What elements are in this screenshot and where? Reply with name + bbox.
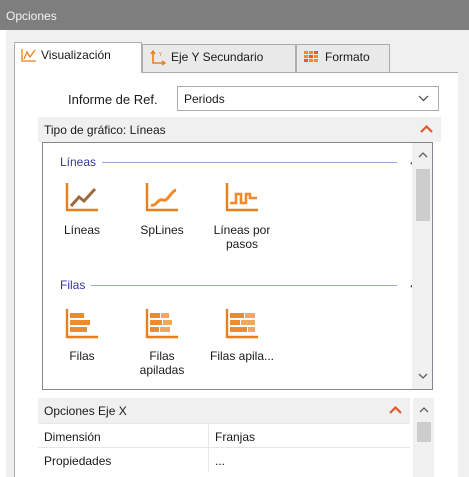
- chart-option-filas-apiladas-100[interactable]: Filas apila...: [207, 307, 277, 363]
- chevron-down-icon: [418, 95, 429, 102]
- tab-formato[interactable]: Formato: [296, 44, 390, 72]
- property-row[interactable]: Dimensión Franjas: [38, 423, 410, 448]
- tab-label: Visualización: [41, 48, 111, 62]
- group-title: Filas: [60, 278, 86, 292]
- scroll-thumb[interactable]: [416, 169, 430, 221]
- chart-option-label: Líneas por pasos: [213, 223, 271, 251]
- scroll-down-icon[interactable]: [418, 373, 428, 379]
- lines-chart-icon: [65, 183, 98, 212]
- collapse-caret-icon[interactable]: [420, 125, 433, 133]
- chart-option-label: Filas apiladas: [139, 349, 185, 377]
- properties-scrollbar[interactable]: [413, 398, 434, 477]
- scroll-up-icon[interactable]: [419, 407, 429, 413]
- chart-type-header[interactable]: Tipo de gráfico: Líneas: [38, 117, 441, 142]
- scroll-thumb[interactable]: [417, 422, 431, 442]
- chart-option-splines[interactable]: SpLines: [127, 181, 197, 237]
- chart-option-label: Filas: [69, 349, 95, 363]
- tab-label: Formato: [325, 50, 370, 64]
- reference-select[interactable]: Periods: [177, 86, 439, 111]
- tab-visualizacion[interactable]: Visualización: [14, 42, 142, 73]
- group-header-lineas: Líneas: [60, 155, 419, 169]
- property-value: ...: [215, 454, 226, 468]
- group-header-filas: Filas: [60, 278, 419, 292]
- property-key: Dimensión: [44, 430, 101, 444]
- column-divider: [208, 448, 209, 472]
- format-grid-icon: [304, 51, 318, 62]
- secondary-axis-icon: Y: [150, 50, 167, 66]
- chart-option-label: Líneas: [63, 223, 101, 237]
- property-row[interactable]: Propiedades ...: [38, 447, 410, 472]
- rows-chart-icon: [65, 309, 98, 339]
- stacked-rows-chart-icon: [145, 309, 178, 339]
- step-lines-chart-icon: [225, 183, 258, 212]
- property-value: Franjas: [215, 430, 256, 444]
- chart-option-lineas[interactable]: Líneas: [47, 181, 117, 237]
- scroll-up-icon[interactable]: [418, 152, 428, 158]
- tab-label: Eje Y Secundario: [171, 50, 264, 64]
- group-title: Líneas: [60, 155, 97, 169]
- splines-chart-icon: [145, 183, 178, 212]
- property-key: Propiedades: [44, 454, 112, 468]
- chart-option-filas[interactable]: Filas: [47, 307, 117, 363]
- svg-text:Y: Y: [158, 52, 163, 58]
- chart-option-label: Filas apila...: [209, 349, 275, 363]
- chart-type-gallery: Líneas Líneas SpLines Líneas por pasos F…: [42, 142, 433, 390]
- window-title: Opciones: [0, 0, 469, 30]
- reference-row: Informe de Ref.: [68, 86, 158, 112]
- group-divider: [91, 284, 397, 286]
- column-divider: [208, 424, 209, 448]
- group-divider: [102, 161, 397, 163]
- gallery-scrollbar[interactable]: [412, 143, 432, 389]
- dialog-right-edge: [458, 30, 469, 477]
- reference-value: Periods: [184, 92, 225, 106]
- line-chart-icon: [21, 49, 36, 62]
- chart-type-title: Tipo de gráfico: Líneas: [44, 123, 166, 137]
- x-axis-properties: Dimensión Franjas Propiedades ...: [38, 398, 441, 477]
- chart-option-lineas-por-pasos[interactable]: Líneas por pasos: [207, 181, 277, 251]
- chart-option-filas-apiladas[interactable]: Filas apiladas: [127, 307, 197, 377]
- tab-eje-y-secundario[interactable]: Y Eje Y Secundario: [142, 44, 296, 72]
- chart-option-label: SpLines: [140, 223, 184, 237]
- stacked-rows-100-chart-icon: [225, 309, 258, 339]
- reference-label: Informe de Ref.: [68, 91, 158, 107]
